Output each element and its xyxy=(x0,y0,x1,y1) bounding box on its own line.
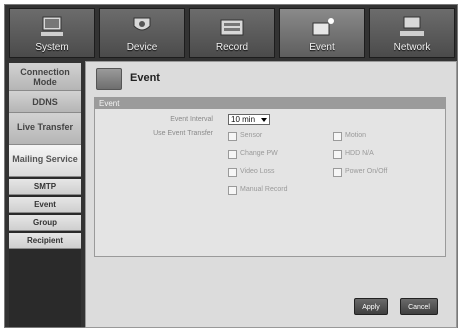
tab-device[interactable]: Device xyxy=(99,8,185,58)
event-icon xyxy=(312,18,334,36)
motion-label: Motion xyxy=(345,132,367,139)
event-interval-label: Event Interval xyxy=(170,116,213,123)
sensor-checkbox[interactable] xyxy=(228,132,237,141)
sidebar-subitem-group[interactable]: Group xyxy=(9,215,81,231)
sidebar-item-connection-mode[interactable]: Connection Mode xyxy=(9,63,81,91)
tab-system-label: System xyxy=(35,42,69,53)
sidebar-subitem-event[interactable]: Event xyxy=(9,197,81,213)
sidebar-item-label: Mailing Service xyxy=(12,154,78,164)
tab-system[interactable]: System xyxy=(9,8,95,58)
record-icon xyxy=(220,19,244,36)
video-loss-label: Video Loss xyxy=(240,168,275,175)
nvr-setup-window: System Device Record Event Network Conne… xyxy=(4,4,458,328)
event-interval-select[interactable]: 10 min xyxy=(228,114,270,125)
tab-record[interactable]: Record xyxy=(189,8,275,58)
tab-network-label: Network xyxy=(393,42,431,53)
event-interval-value: 10 min xyxy=(231,115,256,124)
sidebar-item-label: Event xyxy=(34,200,56,209)
change-pw-checkbox[interactable] xyxy=(228,150,237,159)
event-transfer-label: Use Event Transfer xyxy=(153,130,213,137)
chevron-down-icon xyxy=(261,118,267,122)
video-loss-checkbox[interactable] xyxy=(228,168,237,177)
sidebar: Connection Mode DDNS Live Transfer Maili… xyxy=(9,63,81,327)
sidebar-item-label: Connection Mode xyxy=(20,67,70,87)
group-header: Event xyxy=(95,98,445,109)
tab-event-label: Event xyxy=(309,42,335,53)
main-panel: Event Event Event Interval 10 min Use Ev… xyxy=(85,61,457,328)
tab-record-label: Record xyxy=(215,42,249,53)
sidebar-item-label: SMTP xyxy=(33,182,57,191)
sidebar-item-ddns[interactable]: DDNS xyxy=(9,91,81,113)
sidebar-item-label: Group xyxy=(33,218,57,227)
event-page-icon xyxy=(96,68,122,90)
manual-record-label: Manual Record xyxy=(240,186,288,193)
tab-event[interactable]: Event xyxy=(279,8,365,58)
sidebar-item-live-transfer[interactable]: Live Transfer xyxy=(9,113,81,145)
tab-network[interactable]: Network xyxy=(369,8,455,58)
motion-checkbox[interactable] xyxy=(333,132,342,141)
sensor-label: Sensor xyxy=(240,132,263,139)
sidebar-subitem-recipient[interactable]: Recipient xyxy=(9,233,81,249)
manual-record-checkbox[interactable] xyxy=(228,186,237,195)
sidebar-subitem-smtp[interactable]: SMTP xyxy=(9,179,81,195)
sidebar-item-label: Live Transfer xyxy=(16,122,74,132)
power-on-off-checkbox[interactable] xyxy=(333,168,342,177)
power-on-off-label: Power On/Off xyxy=(345,168,388,175)
event-settings-group: Event Event Interval 10 min Use Event Tr… xyxy=(94,97,446,257)
change-pw-label: Change PW xyxy=(240,150,278,157)
main-tab-bar: System Device Record Event Network xyxy=(9,8,455,58)
camera-icon xyxy=(133,17,151,31)
monitor-icon xyxy=(41,16,63,36)
page-title: Event xyxy=(130,72,160,84)
sidebar-item-label: Recipient xyxy=(26,236,63,245)
hdd-na-label: HDD N/A xyxy=(345,150,374,157)
hdd-na-checkbox[interactable] xyxy=(333,150,342,159)
network-icon xyxy=(400,16,424,36)
cancel-button[interactable]: Cancel xyxy=(400,298,438,315)
sidebar-item-label: DDNS xyxy=(32,97,58,107)
apply-button[interactable]: Apply xyxy=(354,298,388,315)
tab-device-label: Device xyxy=(126,42,158,53)
sidebar-item-mailing-service[interactable]: Mailing Service xyxy=(9,145,81,177)
